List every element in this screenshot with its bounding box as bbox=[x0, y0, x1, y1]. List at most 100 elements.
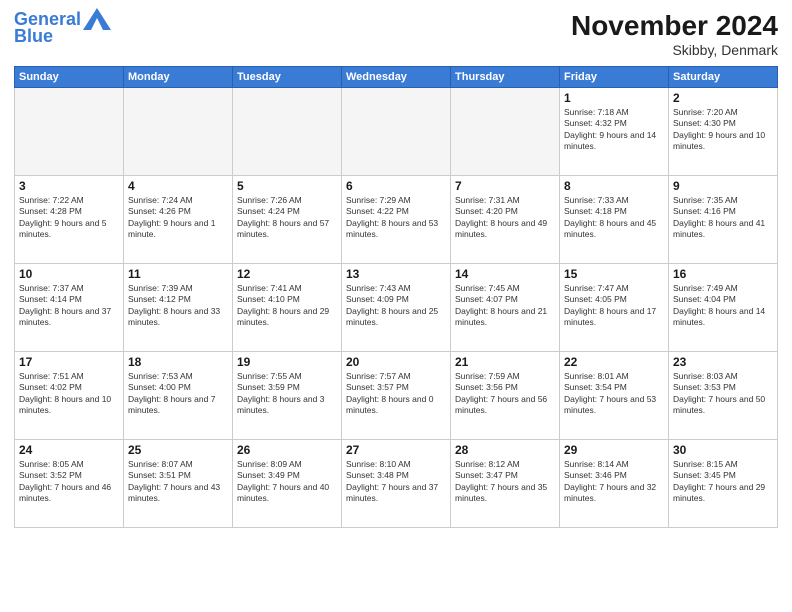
calendar-cell: 15Sunrise: 7:47 AM Sunset: 4:05 PM Dayli… bbox=[560, 264, 669, 352]
day-info: Sunrise: 8:14 AM Sunset: 3:46 PM Dayligh… bbox=[564, 459, 664, 505]
day-info: Sunrise: 7:33 AM Sunset: 4:18 PM Dayligh… bbox=[564, 195, 664, 241]
calendar-cell: 27 Sunrise: 8:10 AM Sunset: 3:48 PM Dayli… bbox=[342, 440, 451, 528]
day-info: Sunrise: 7:49 AM Sunset: 4:04 PM Dayligh… bbox=[673, 283, 773, 329]
day-info: Sunrise: 7:45 AM Sunset: 4:07 PM Dayligh… bbox=[455, 283, 555, 329]
calendar-week: 1 Sunrise: 7:18 AM Sunset: 4:32 PM Daylig… bbox=[15, 88, 778, 176]
day-info: Sunrise: 7:29 AM Sunset: 4:22 PM Dayligh… bbox=[346, 195, 446, 241]
logo: General Blue bbox=[14, 10, 111, 47]
calendar-cell bbox=[342, 88, 451, 176]
calendar-week: 3 Sunrise: 7:22 AM Sunset: 4:28 PM Daylig… bbox=[15, 176, 778, 264]
day-number: 26 bbox=[237, 443, 337, 457]
calendar-cell: 19Sunrise: 7:55 AM Sunset: 3:59 PM Dayli… bbox=[233, 352, 342, 440]
day-number: 5 bbox=[237, 179, 337, 193]
day-info: Sunrise: 8:15 AM Sunset: 3:45 PM Dayligh… bbox=[673, 459, 773, 505]
day-info: Sunrise: 7:39 AM Sunset: 4:12 PM Dayligh… bbox=[128, 283, 228, 329]
calendar-cell: 9 Sunrise: 7:35 AM Sunset: 4:16 PM Daylig… bbox=[669, 176, 778, 264]
day-info: Sunrise: 7:57 AM Sunset: 3:57 PM Dayligh… bbox=[346, 371, 446, 417]
calendar-cell bbox=[15, 88, 124, 176]
day-number: 11 bbox=[128, 267, 228, 281]
calendar-cell: 7 Sunrise: 7:31 AM Sunset: 4:20 PM Daylig… bbox=[451, 176, 560, 264]
day-number: 13 bbox=[346, 267, 446, 281]
calendar-week: 10Sunrise: 7:37 AM Sunset: 4:14 PM Dayli… bbox=[15, 264, 778, 352]
day-number: 20 bbox=[346, 355, 446, 369]
day-info: Sunrise: 8:10 AM Sunset: 3:48 PM Dayligh… bbox=[346, 459, 446, 505]
day-info: Sunrise: 7:43 AM Sunset: 4:09 PM Dayligh… bbox=[346, 283, 446, 329]
day-number: 4 bbox=[128, 179, 228, 193]
day-number: 18 bbox=[128, 355, 228, 369]
day-info: Sunrise: 7:24 AM Sunset: 4:26 PM Dayligh… bbox=[128, 195, 228, 241]
day-info: Sunrise: 8:09 AM Sunset: 3:49 PM Dayligh… bbox=[237, 459, 337, 505]
day-info: Sunrise: 7:59 AM Sunset: 3:56 PM Dayligh… bbox=[455, 371, 555, 417]
calendar: SundayMondayTuesdayWednesdayThursdayFrid… bbox=[14, 66, 778, 528]
day-info: Sunrise: 7:47 AM Sunset: 4:05 PM Dayligh… bbox=[564, 283, 664, 329]
day-info: Sunrise: 8:01 AM Sunset: 3:54 PM Dayligh… bbox=[564, 371, 664, 417]
weekday-header: Tuesday bbox=[233, 67, 342, 88]
calendar-week: 24Sunrise: 8:05 AM Sunset: 3:52 PM Dayli… bbox=[15, 440, 778, 528]
day-number: 29 bbox=[564, 443, 664, 457]
day-number: 9 bbox=[673, 179, 773, 193]
day-info: Sunrise: 8:07 AM Sunset: 3:51 PM Dayligh… bbox=[128, 459, 228, 505]
location: Skibby, Denmark bbox=[571, 42, 778, 58]
day-number: 28 bbox=[455, 443, 555, 457]
calendar-cell: 29 Sunrise: 8:14 AM Sunset: 3:46 PM Dayli… bbox=[560, 440, 669, 528]
calendar-cell: 1 Sunrise: 7:18 AM Sunset: 4:32 PM Daylig… bbox=[560, 88, 669, 176]
logo-line2: Blue bbox=[14, 26, 53, 46]
calendar-cell: 18 Sunrise: 7:53 AM Sunset: 4:00 PM Dayli… bbox=[124, 352, 233, 440]
calendar-cell: 22 Sunrise: 8:01 AM Sunset: 3:54 PM Dayli… bbox=[560, 352, 669, 440]
day-info: Sunrise: 7:53 AM Sunset: 4:00 PM Dayligh… bbox=[128, 371, 228, 417]
calendar-cell: 6 Sunrise: 7:29 AM Sunset: 4:22 PM Daylig… bbox=[342, 176, 451, 264]
day-number: 22 bbox=[564, 355, 664, 369]
day-info: Sunrise: 7:18 AM Sunset: 4:32 PM Dayligh… bbox=[564, 107, 664, 153]
day-info: Sunrise: 8:03 AM Sunset: 3:53 PM Dayligh… bbox=[673, 371, 773, 417]
day-info: Sunrise: 7:31 AM Sunset: 4:20 PM Dayligh… bbox=[455, 195, 555, 241]
logo-icon bbox=[83, 8, 111, 30]
calendar-cell bbox=[124, 88, 233, 176]
calendar-cell: 20 Sunrise: 7:57 AM Sunset: 3:57 PM Dayli… bbox=[342, 352, 451, 440]
day-info: Sunrise: 7:26 AM Sunset: 4:24 PM Dayligh… bbox=[237, 195, 337, 241]
calendar-cell: 12 Sunrise: 7:41 AM Sunset: 4:10 PM Dayli… bbox=[233, 264, 342, 352]
day-info: Sunrise: 7:20 AM Sunset: 4:30 PM Dayligh… bbox=[673, 107, 773, 153]
day-info: Sunrise: 7:35 AM Sunset: 4:16 PM Dayligh… bbox=[673, 195, 773, 241]
day-number: 30 bbox=[673, 443, 773, 457]
calendar-week: 17Sunrise: 7:51 AM Sunset: 4:02 PM Dayli… bbox=[15, 352, 778, 440]
day-number: 25 bbox=[128, 443, 228, 457]
calendar-cell bbox=[233, 88, 342, 176]
calendar-cell: 23Sunrise: 8:03 AM Sunset: 3:53 PM Dayli… bbox=[669, 352, 778, 440]
calendar-cell: 2 Sunrise: 7:20 AM Sunset: 4:30 PM Daylig… bbox=[669, 88, 778, 176]
day-number: 3 bbox=[19, 179, 119, 193]
weekday-header: Monday bbox=[124, 67, 233, 88]
day-number: 14 bbox=[455, 267, 555, 281]
calendar-cell: 26 Sunrise: 8:09 AM Sunset: 3:49 PM Dayli… bbox=[233, 440, 342, 528]
day-info: Sunrise: 7:41 AM Sunset: 4:10 PM Dayligh… bbox=[237, 283, 337, 329]
header: General Blue November 2024 Skibby, Denma… bbox=[14, 10, 778, 58]
calendar-cell: 3 Sunrise: 7:22 AM Sunset: 4:28 PM Daylig… bbox=[15, 176, 124, 264]
day-number: 6 bbox=[346, 179, 446, 193]
day-number: 19 bbox=[237, 355, 337, 369]
day-info: Sunrise: 7:51 AM Sunset: 4:02 PM Dayligh… bbox=[19, 371, 119, 417]
calendar-cell: 14 Sunrise: 7:45 AM Sunset: 4:07 PM Dayli… bbox=[451, 264, 560, 352]
weekday-header: Friday bbox=[560, 67, 669, 88]
calendar-cell: 28 Sunrise: 8:12 AM Sunset: 3:47 PM Dayli… bbox=[451, 440, 560, 528]
day-number: 27 bbox=[346, 443, 446, 457]
day-info: Sunrise: 7:22 AM Sunset: 4:28 PM Dayligh… bbox=[19, 195, 119, 241]
calendar-cell: 30 Sunrise: 8:15 AM Sunset: 3:45 PM Dayli… bbox=[669, 440, 778, 528]
day-info: Sunrise: 8:12 AM Sunset: 3:47 PM Dayligh… bbox=[455, 459, 555, 505]
calendar-cell: 4 Sunrise: 7:24 AM Sunset: 4:26 PM Daylig… bbox=[124, 176, 233, 264]
day-number: 16 bbox=[673, 267, 773, 281]
day-number: 1 bbox=[564, 91, 664, 105]
calendar-cell: 17Sunrise: 7:51 AM Sunset: 4:02 PM Dayli… bbox=[15, 352, 124, 440]
day-info: Sunrise: 7:37 AM Sunset: 4:14 PM Dayligh… bbox=[19, 283, 119, 329]
day-number: 2 bbox=[673, 91, 773, 105]
weekday-header: Saturday bbox=[669, 67, 778, 88]
calendar-cell: 21Sunrise: 7:59 AM Sunset: 3:56 PM Dayli… bbox=[451, 352, 560, 440]
calendar-cell: 11 Sunrise: 7:39 AM Sunset: 4:12 PM Dayli… bbox=[124, 264, 233, 352]
day-number: 7 bbox=[455, 179, 555, 193]
weekday-header: Wednesday bbox=[342, 67, 451, 88]
calendar-cell: 10Sunrise: 7:37 AM Sunset: 4:14 PM Dayli… bbox=[15, 264, 124, 352]
day-number: 24 bbox=[19, 443, 119, 457]
weekday-header: Sunday bbox=[15, 67, 124, 88]
calendar-cell: 25 Sunrise: 8:07 AM Sunset: 3:51 PM Dayli… bbox=[124, 440, 233, 528]
page: General Blue November 2024 Skibby, Denma… bbox=[0, 0, 792, 612]
calendar-cell: 5 Sunrise: 7:26 AM Sunset: 4:24 PM Daylig… bbox=[233, 176, 342, 264]
day-number: 12 bbox=[237, 267, 337, 281]
